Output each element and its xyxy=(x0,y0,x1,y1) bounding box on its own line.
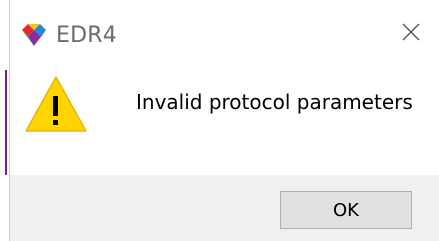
background-window-edge xyxy=(0,0,9,241)
ok-button[interactable]: OK xyxy=(280,191,412,229)
app-icon xyxy=(20,22,48,48)
dialog-footer: OK xyxy=(10,175,439,241)
screen: EDR4 Invalid protocol parameters OK xyxy=(0,0,439,241)
window-title: EDR4 xyxy=(56,23,117,48)
warning-icon xyxy=(24,74,88,134)
close-button[interactable] xyxy=(393,16,429,52)
close-icon xyxy=(401,22,421,46)
dialog-message: Invalid protocol parameters xyxy=(136,90,413,114)
title-bar[interactable]: EDR4 xyxy=(10,0,439,70)
dialog-content: Invalid protocol parameters xyxy=(10,70,439,175)
background-accent-line xyxy=(5,70,7,175)
message-dialog: EDR4 Invalid protocol parameters OK xyxy=(9,0,439,241)
